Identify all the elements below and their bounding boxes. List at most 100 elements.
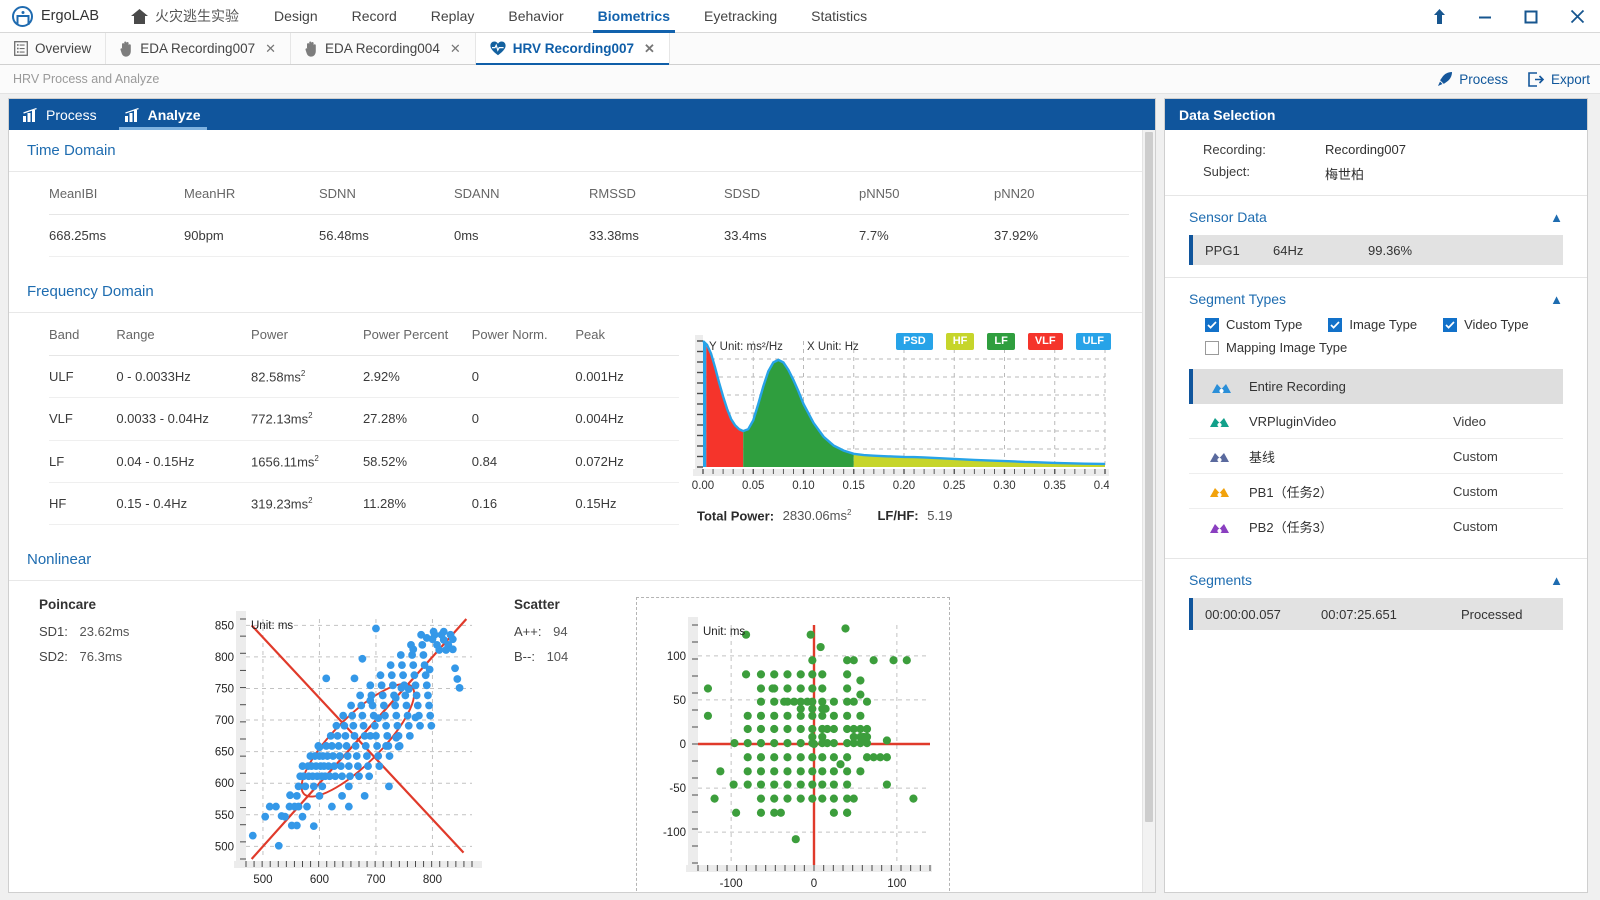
close-icon[interactable] — [1554, 0, 1600, 33]
frequency-domain-title: Frequency Domain — [9, 271, 1155, 313]
segment-type-item-pb1[interactable]: PB1（任务2） Custom — [1189, 474, 1563, 509]
cell-range: 0.0033 - 0.04Hz — [116, 398, 251, 440]
checkbox-label: Video Type — [1464, 317, 1529, 332]
segment-type-checkbox-row-2: Mapping Image Type — [1165, 340, 1587, 369]
legend-psd[interactable]: PSD — [896, 333, 933, 350]
tab-close-icon[interactable]: ✕ — [644, 41, 655, 57]
segment-type-checkbox-row-1: Custom Type Image Type Video Type — [1165, 317, 1587, 340]
checkbox-box[interactable] — [1205, 318, 1219, 332]
tab-eda-recording007[interactable]: EDA Recording007 ✕ — [106, 33, 291, 64]
segment-types-header[interactable]: Segment Types ▲ — [1165, 278, 1587, 317]
tab-close-icon[interactable]: ✕ — [265, 41, 276, 57]
nonlinear-row: Poincare SD1: 23.62ms SD2: 76.3ms 500550… — [9, 581, 1155, 892]
cell-power-percent: 27.28% — [363, 398, 472, 440]
process-button[interactable]: Process — [1437, 71, 1508, 87]
legend-lf[interactable]: LF — [987, 333, 1014, 350]
cell-pnn50: 7.7% — [859, 215, 994, 257]
brand: ErgoLAB — [0, 6, 113, 27]
menu-statistics[interactable]: Statistics — [794, 0, 884, 33]
cell-meanhr: 90bpm — [184, 215, 319, 257]
checkbox-box[interactable] — [1205, 341, 1219, 355]
segments-header[interactable]: Segments ▲ — [1165, 559, 1587, 598]
svg-text:0: 0 — [680, 739, 686, 751]
segment-row[interactable]: 00:00:00.057 00:07:25.651 Processed — [1189, 598, 1563, 630]
chevron-up-icon[interactable]: ▲ — [1550, 210, 1563, 225]
menu-record[interactable]: Record — [335, 0, 414, 33]
legend-hf[interactable]: HF — [946, 333, 975, 350]
scrollbar-thumb[interactable] — [1145, 132, 1153, 822]
segment-icon — [1189, 484, 1249, 498]
upload-icon[interactable] — [1416, 0, 1462, 33]
chevron-up-icon[interactable]: ▲ — [1550, 573, 1563, 588]
bmm-stat: B--: 104 — [514, 649, 624, 664]
legend-vlf[interactable]: VLF — [1028, 333, 1063, 350]
frequency-domain-table: Band Range Power Power Percent Power Nor… — [49, 313, 679, 525]
checkbox-box[interactable] — [1328, 318, 1342, 332]
segment-type-item-pb2[interactable]: PB2（任务3） Custom — [1189, 509, 1563, 544]
checkbox-custom-type[interactable]: Custom Type — [1205, 317, 1302, 332]
svg-text:500: 500 — [215, 842, 234, 854]
lf-hf-ratio: LF/HF: 5.19 — [877, 508, 952, 523]
panel-tab-analyze[interactable]: Analyze — [111, 99, 215, 130]
scatter-plot-svg: -100-50050100-1000100Unit: ms — [640, 601, 946, 892]
sensor-name: PPG1 — [1193, 243, 1273, 258]
cell-pnn20: 37.92% — [994, 215, 1129, 257]
home-icon — [131, 9, 148, 24]
menu-design[interactable]: Design — [257, 0, 335, 33]
psd-legend: PSD HF LF VLF ULF — [896, 333, 1111, 350]
checkbox-box[interactable] — [1443, 318, 1457, 332]
menu-replay[interactable]: Replay — [414, 0, 492, 33]
menu-behavior[interactable]: Behavior — [491, 0, 580, 33]
svg-text:550: 550 — [215, 810, 234, 822]
col-power: Power — [251, 313, 363, 356]
main-scrollbar[interactable] — [1142, 130, 1155, 892]
menu-eyetracking[interactable]: Eyetracking — [687, 0, 794, 33]
segment-start: 00:00:00.057 — [1193, 607, 1321, 622]
sensor-data-header[interactable]: Sensor Data ▲ — [1165, 196, 1587, 235]
cell-rmssd: 33.38ms — [589, 215, 724, 257]
subject-row: Subject: 梅世柏 — [1165, 157, 1587, 183]
brand-name: ErgoLAB — [41, 8, 99, 24]
cell-band: ULF — [49, 356, 116, 398]
checkbox-video-type[interactable]: Video Type — [1443, 317, 1529, 332]
sensor-data-title: Sensor Data — [1189, 209, 1267, 225]
panel-tab-process[interactable]: Process — [9, 99, 111, 130]
segment-type-item-vrpluginvideo[interactable]: VRPluginVideo Video — [1189, 404, 1563, 439]
segment-status: Processed — [1461, 607, 1563, 622]
svg-text:750: 750 — [215, 684, 234, 696]
minimize-icon[interactable] — [1462, 0, 1508, 33]
svg-text:100: 100 — [887, 878, 906, 890]
tab-label: HRV Recording007 — [513, 41, 634, 56]
header-actions: Process Export — [1437, 71, 1590, 87]
tab-close-icon[interactable]: ✕ — [450, 41, 461, 57]
checkbox-mapping-image-type[interactable]: Mapping Image Type — [1205, 340, 1347, 355]
export-button[interactable]: Export — [1528, 72, 1590, 87]
maximize-icon[interactable] — [1508, 0, 1554, 33]
menu-biometrics[interactable]: Biometrics — [581, 0, 687, 33]
tab-overview[interactable]: Overview — [0, 33, 106, 64]
chevron-up-icon[interactable]: ▲ — [1550, 292, 1563, 307]
data-selection-panel: Data Selection Recording: Recording007 S… — [1164, 98, 1588, 893]
sd1-stat: SD1: 23.62ms — [39, 624, 194, 639]
segment-type-item-baseline[interactable]: 基线 Custom — [1189, 439, 1563, 474]
project-selector[interactable]: 火灾逃生实验 — [113, 6, 257, 26]
segment-type: Custom — [1453, 449, 1563, 464]
legend-ulf[interactable]: ULF — [1076, 333, 1111, 350]
tab-eda-recording004[interactable]: EDA Recording004 ✕ — [291, 33, 476, 64]
sensor-row-ppg1[interactable]: PPG1 64Hz 99.36% — [1189, 235, 1563, 265]
svg-text:0: 0 — [811, 878, 817, 890]
segment-type-item-entire-recording[interactable]: Entire Recording — [1189, 369, 1563, 404]
svg-text:700: 700 — [215, 715, 234, 727]
tab-hrv-recording007[interactable]: HRV Recording007 ✕ — [476, 33, 670, 64]
col-meanhr: MeanHR — [184, 172, 319, 215]
cell-power-percent: 58.52% — [363, 440, 472, 482]
hand-icon — [305, 41, 318, 57]
cell-band: VLF — [49, 398, 116, 440]
segment-name: 基线 — [1249, 447, 1453, 466]
total-power: Total Power: 2830.06ms2 — [697, 508, 851, 523]
title-bar: ErgoLAB 火灾逃生实验 Design Record Replay Beha… — [0, 0, 1600, 33]
checkbox-image-type[interactable]: Image Type — [1328, 317, 1417, 332]
table-row: LF 0.04 - 0.15Hz 1656.11ms2 58.52% 0.84 … — [49, 440, 679, 482]
svg-text:800: 800 — [423, 874, 442, 886]
document-tab-strip: Overview EDA Recording007 ✕ EDA Recordin… — [0, 33, 1600, 65]
